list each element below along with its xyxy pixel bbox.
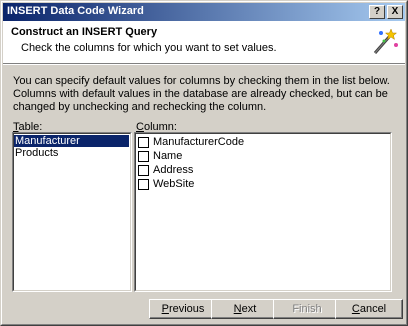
checkbox[interactable] <box>138 165 149 176</box>
table-item-products[interactable]: Products <box>14 147 129 159</box>
help-button[interactable]: ? <box>369 5 385 19</box>
header-separator <box>3 63 405 65</box>
previous-button[interactable]: Previous <box>149 299 217 319</box>
wizard-header: Construct an INSERT Query Check the colu… <box>3 21 405 63</box>
checkbox[interactable] <box>138 137 149 148</box>
checkbox[interactable] <box>138 179 149 190</box>
wizard-window: INSERT Data Code Wizard ? X Construct an… <box>0 0 408 326</box>
title-bar[interactable]: INSERT Data Code Wizard ? X <box>3 3 405 21</box>
page-subtitle: Check the columns for which you want to … <box>21 42 277 54</box>
cancel-button[interactable]: Cancel <box>335 299 403 319</box>
next-button[interactable]: Next <box>211 299 279 319</box>
page-title: Construct an INSERT Query <box>11 26 158 38</box>
checkbox[interactable] <box>138 151 149 162</box>
close-button[interactable]: X <box>387 5 403 19</box>
instructions-text: You can specify default values for colum… <box>13 75 390 113</box>
finish-button[interactable]: Finish <box>273 299 341 319</box>
column-checklist[interactable]: ManufacturerCode Name Address WebSite <box>134 132 392 292</box>
table-item-manufacturer[interactable]: Manufacturer <box>14 135 129 147</box>
window-title: INSERT Data Code Wizard <box>7 5 144 17</box>
wizard-wand-icon <box>373 28 398 54</box>
table-listbox[interactable]: Manufacturer Products <box>12 132 132 292</box>
